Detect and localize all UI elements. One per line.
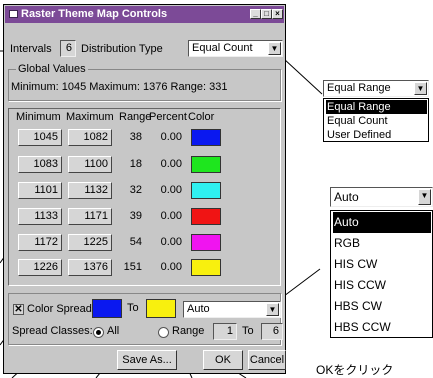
save-as-button[interactable]: Save As... xyxy=(117,350,177,370)
global-values-legend: Global Values xyxy=(16,63,88,76)
chevron-down-icon[interactable]: ▼ xyxy=(418,189,431,205)
range-cell: 54 xyxy=(129,236,142,248)
method-popup-select[interactable]: Auto ▼ xyxy=(330,187,433,207)
header-maximum: Maximum xyxy=(66,111,114,123)
chevron-down-icon[interactable]: ▼ xyxy=(414,82,427,95)
header-percent: Percent xyxy=(149,111,187,123)
color-swatch[interactable] xyxy=(191,182,221,199)
spread-all-radio[interactable] xyxy=(93,327,104,338)
range-cell: 38 xyxy=(129,131,142,143)
distribution-popup-current: Equal Range xyxy=(327,82,391,94)
distribution-options-list: Equal Range Equal Count User Defined xyxy=(323,98,429,142)
option-item[interactable]: Equal Range xyxy=(326,100,427,114)
percent-cell: 0.00 xyxy=(160,236,182,248)
percent-cell: 0.00 xyxy=(160,131,182,143)
spread-range-to-input[interactable]: 6 xyxy=(261,323,283,340)
option-item[interactable]: HBS CCW xyxy=(333,317,431,338)
window-title: Raster Theme Map Controls xyxy=(21,8,168,20)
raster-theme-window: Raster Theme Map Controls _ □ × Interval… xyxy=(3,4,286,374)
maximum-cell[interactable]: 1132 xyxy=(68,182,112,199)
option-item[interactable]: Auto xyxy=(333,212,431,233)
window-menu-icon[interactable] xyxy=(9,10,18,18)
header-minimum: Minimum xyxy=(16,111,61,123)
cancel-button[interactable]: Cancel xyxy=(248,350,286,370)
title-bar[interactable]: Raster Theme Map Controls _ □ × xyxy=(5,6,284,23)
spread-classes-label: Spread Classes: xyxy=(12,325,93,337)
maximum-cell[interactable]: 1225 xyxy=(68,234,112,251)
intervals-label: Intervals xyxy=(10,43,52,55)
spread-all-label: All xyxy=(107,325,120,337)
distribution-type-value: Equal Count xyxy=(192,42,253,54)
range-cell: 151 xyxy=(123,261,142,273)
maximum-cell[interactable]: 1082 xyxy=(68,129,112,146)
minimum-cell[interactable]: 1083 xyxy=(18,156,62,173)
color-swatch[interactable] xyxy=(191,129,221,146)
maximize-icon[interactable]: □ xyxy=(261,9,272,19)
header-range: Range xyxy=(119,111,152,123)
option-item[interactable]: HIS CCW xyxy=(333,275,431,296)
percent-cell: 0.00 xyxy=(160,210,182,222)
spread-range-from-input[interactable]: 1 xyxy=(213,323,237,340)
percent-cell: 0.00 xyxy=(160,184,182,196)
color-swatch[interactable] xyxy=(191,156,221,173)
percent-cell: 0.00 xyxy=(160,261,182,273)
minimum-cell[interactable]: 1172 xyxy=(18,234,62,251)
spread-range-to-label: To xyxy=(242,325,254,337)
option-item[interactable]: HBS CW xyxy=(333,296,431,317)
distribution-type-label: Distribution Type xyxy=(81,43,163,55)
range-cell: 32 xyxy=(129,184,142,196)
header-color: Color xyxy=(188,111,215,123)
chevron-down-icon[interactable]: ▼ xyxy=(268,42,281,55)
minimum-cell[interactable]: 1226 xyxy=(18,259,62,276)
maximum-cell[interactable]: 1100 xyxy=(68,156,112,173)
minimum-cell[interactable]: 1101 xyxy=(18,182,62,199)
minimize-icon[interactable]: _ xyxy=(250,9,261,19)
maximum-cell[interactable]: 1171 xyxy=(68,208,112,225)
chevron-down-icon[interactable]: ▼ xyxy=(266,303,279,316)
close-icon[interactable]: × xyxy=(272,9,283,19)
option-item[interactable]: HIS CW xyxy=(333,254,431,275)
method-options-list: Auto RGB HIS CW HIS CCW HBS CW HBS CCW xyxy=(330,210,433,338)
spread-range-radio[interactable] xyxy=(158,327,169,338)
spread-from-color[interactable] xyxy=(92,299,122,318)
distribution-type-select[interactable]: Equal Count ▼ xyxy=(188,40,283,57)
spread-range-label: Range xyxy=(172,325,205,337)
percent-cell: 0.00 xyxy=(160,158,182,170)
minimum-cell[interactable]: 1133 xyxy=(18,208,62,225)
option-item[interactable]: User Defined xyxy=(326,128,427,142)
spread-method-select[interactable]: Auto ▼ xyxy=(183,301,281,318)
spread-method-value: Auto xyxy=(187,303,210,315)
color-swatch[interactable] xyxy=(191,208,221,225)
method-popup-current: Auto xyxy=(334,190,359,204)
option-item[interactable]: Equal Count xyxy=(326,114,427,128)
ok-button[interactable]: OK xyxy=(203,350,243,370)
color-spread-checkbox[interactable]: ✕ xyxy=(13,304,24,315)
minimum-cell[interactable]: 1045 xyxy=(18,129,62,146)
color-swatch[interactable] xyxy=(191,259,221,276)
maximum-cell[interactable]: 1376 xyxy=(68,259,112,276)
distribution-popup-select[interactable]: Equal Range ▼ xyxy=(323,80,429,97)
global-values-text: Minimum: 1045 Maximum: 1376 Range: 331 xyxy=(11,81,228,93)
range-cell: 18 xyxy=(129,158,142,170)
spread-to-label: To xyxy=(127,302,139,314)
spread-to-color[interactable] xyxy=(146,299,176,318)
ok-click-caption: OKをクリック xyxy=(316,363,394,377)
option-item[interactable]: RGB xyxy=(333,233,431,254)
color-spread-label: Color Spread xyxy=(27,303,92,315)
color-swatch[interactable] xyxy=(191,234,221,251)
intervals-input[interactable]: 6 xyxy=(60,40,76,57)
range-cell: 39 xyxy=(129,210,142,222)
